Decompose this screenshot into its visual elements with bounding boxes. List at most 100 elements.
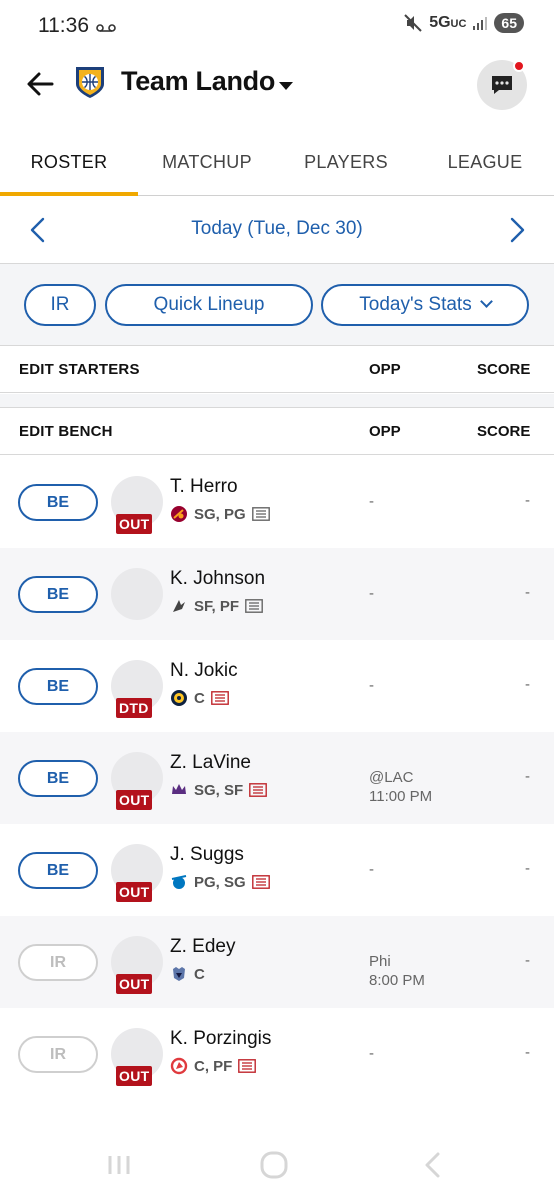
slot-button[interactable]: BE <box>18 668 98 705</box>
injury-status-badge: OUT <box>116 974 153 994</box>
notification-dot <box>513 60 525 72</box>
next-day-chevron-right-icon[interactable] <box>505 216 529 244</box>
injury-status-badge: OUT <box>116 1066 153 1086</box>
player-name[interactable]: J. Suggs <box>170 844 244 866</box>
hawks-logo-icon <box>170 1057 188 1075</box>
player-row[interactable]: IR OUT Z. Edey C Phi 8:00 PM - <box>0 916 554 1008</box>
opp-column-header: OPP <box>369 361 401 378</box>
player-score: - <box>525 1044 530 1061</box>
opponent: - <box>369 861 374 878</box>
bench-header: EDIT BENCH OPP SCORE <box>0 409 554 455</box>
player-name[interactable]: Z. Edey <box>170 936 235 958</box>
player-name[interactable]: N. Jokic <box>170 660 238 682</box>
news-icon[interactable] <box>245 599 263 613</box>
starters-header: EDIT STARTERS OPP SCORE <box>0 347 554 393</box>
player-score: - <box>525 860 530 877</box>
news-alert-icon[interactable] <box>238 1059 257 1073</box>
player-score: - <box>525 676 530 693</box>
opponent: Phi 8:00 PM <box>369 953 425 989</box>
player-row[interactable]: BE OUT J. Suggs PG, SG - - <box>0 824 554 916</box>
spurs-logo-icon <box>173 600 185 612</box>
player-positions: SG, SF <box>194 781 244 799</box>
recent-apps-icon[interactable] <box>104 1150 134 1180</box>
grizzlies-logo-icon <box>173 967 185 981</box>
news-icon[interactable] <box>251 507 270 521</box>
score-column-header: SCORE <box>477 423 531 440</box>
tab-bar: ROSTER MATCHUP PLAYERS LEAGUE <box>0 130 554 196</box>
ir-button[interactable]: IR <box>24 284 96 326</box>
team-name[interactable]: Team Lando <box>121 66 275 97</box>
kings-logo-icon <box>172 784 186 794</box>
opp-column-header: OPP <box>369 423 401 440</box>
player-score: - <box>525 952 530 969</box>
todays-stats-dropdown[interactable]: Today's Stats <box>321 284 529 326</box>
magic-logo-icon <box>171 875 187 889</box>
slot-button[interactable]: IR <box>18 1036 98 1073</box>
player-positions: C <box>194 965 205 983</box>
chevron-down-icon <box>479 295 493 308</box>
player-positions: SG, PG <box>194 505 246 523</box>
tab-matchup[interactable]: MATCHUP <box>138 130 276 196</box>
player-headshot[interactable] <box>111 568 163 620</box>
back-icon[interactable] <box>418 1150 448 1180</box>
network-type: 5GUC <box>429 14 467 31</box>
injury-status-badge: DTD <box>116 698 152 718</box>
section-divider <box>0 394 554 408</box>
player-name[interactable]: K. Porzingis <box>170 1028 271 1050</box>
player-meta: SG, SF <box>170 781 268 799</box>
player-row[interactable]: BE DTD N. Jokic C - - <box>0 640 554 732</box>
tab-players[interactable]: PLAYERS <box>277 130 415 196</box>
status-time: 11:36 <box>38 14 89 37</box>
player-row[interactable]: BE OUT T. Herro SG, PG - - <box>0 456 554 548</box>
slot-button[interactable]: BE <box>18 852 98 889</box>
player-row[interactable]: BE K. Johnson SF, PF - - <box>0 548 554 640</box>
battery-level: 65 <box>494 13 524 33</box>
nuggets-logo-icon <box>171 690 187 706</box>
player-meta: C, PF <box>170 1057 257 1075</box>
news-alert-icon[interactable] <box>249 783 268 797</box>
back-arrow-icon[interactable] <box>24 68 56 100</box>
player-meta: SF, PF <box>170 597 263 615</box>
player-meta: C <box>170 965 205 983</box>
score-column-header: SCORE <box>477 361 531 378</box>
team-logo[interactable] <box>72 64 108 100</box>
injury-status-badge: OUT <box>116 514 153 534</box>
player-meta: PG, SG <box>170 873 270 891</box>
quick-lineup-button[interactable]: Quick Lineup <box>105 284 313 326</box>
edit-starters-link[interactable]: EDIT STARTERS <box>19 361 140 378</box>
slot-button[interactable]: BE <box>18 576 98 613</box>
player-row[interactable]: BE OUT Z. LaVine SG, SF @LAC 11:00 PM - <box>0 732 554 824</box>
home-icon[interactable] <box>259 1150 289 1180</box>
player-name[interactable]: K. Johnson <box>170 568 265 590</box>
opponent: - <box>369 677 374 694</box>
system-nav-bar <box>0 1136 554 1200</box>
slot-button[interactable]: IR <box>18 944 98 981</box>
player-positions: C <box>194 689 205 707</box>
player-score: - <box>525 768 530 785</box>
news-alert-icon[interactable] <box>210 691 229 705</box>
app-header: Team Lando <box>0 56 554 112</box>
signal-icon <box>473 17 488 30</box>
slot-button[interactable]: BE <box>18 760 98 797</box>
player-name[interactable]: Z. LaVine <box>170 752 251 774</box>
slot-button[interactable]: BE <box>18 484 98 521</box>
status-bar: 11:36 5GUC 65 <box>0 0 554 54</box>
player-name[interactable]: T. Herro <box>170 476 238 498</box>
player-meta: C <box>170 689 229 707</box>
todays-stats-label: Today's Stats <box>359 294 472 315</box>
player-score: - <box>525 492 530 509</box>
player-row[interactable]: IR OUT K. Porzingis C, PF - - <box>0 1008 554 1100</box>
player-positions: C, PF <box>194 1057 233 1075</box>
tab-roster[interactable]: ROSTER <box>0 130 138 196</box>
status-indicators: 5GUC 65 <box>403 13 524 33</box>
team-switcher-chevron-down-icon[interactable] <box>279 82 293 90</box>
current-date-label[interactable]: Today (Tue, Dec 30) <box>0 218 554 240</box>
opponent: - <box>369 1045 374 1062</box>
edit-bench-link[interactable]: EDIT BENCH <box>19 423 113 440</box>
player-meta: SG, PG <box>170 505 270 523</box>
tab-league[interactable]: LEAGUE <box>416 130 554 196</box>
opponent: - <box>369 493 374 510</box>
player-positions: SF, PF <box>194 597 240 615</box>
date-navigator: Today (Tue, Dec 30) <box>0 196 554 264</box>
news-alert-icon[interactable] <box>251 875 270 889</box>
